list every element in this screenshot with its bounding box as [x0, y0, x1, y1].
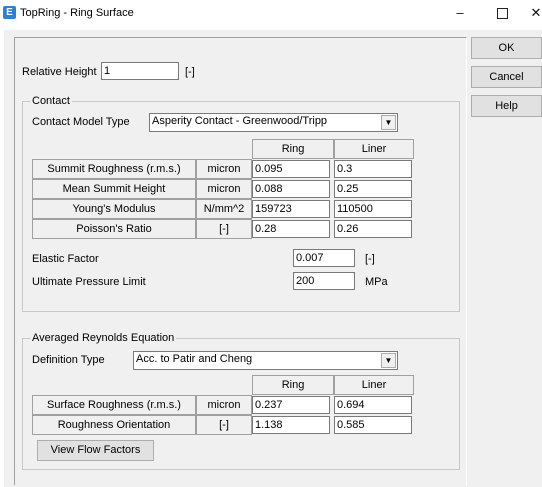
relative-height-input[interactable]: 1 — [101, 62, 179, 80]
maximize-icon — [496, 8, 508, 20]
reynolds-col-ring: Ring — [252, 375, 334, 395]
summit-roughness-liner-input[interactable]: 0.3 — [334, 160, 412, 178]
contact-group-title: Contact — [30, 95, 72, 107]
title-bar: E TopRing - Ring Surface – ✕ — [0, 0, 542, 28]
main-panel: Relative Height 1 [-] Contact Contact Mo… — [14, 37, 467, 485]
surface-roughness-ring-input[interactable]: 0.237 — [252, 396, 330, 414]
definition-type-select[interactable]: Acc. to Patir and Cheng ▼ — [133, 351, 398, 370]
mean-summit-height-unit: micron — [196, 179, 252, 199]
youngs-modulus-ring-input[interactable]: 159723 — [252, 200, 330, 218]
contact-model-type-select[interactable]: Asperity Contact - Greenwood/Tripp ▼ — [149, 113, 398, 132]
window-title: TopRing - Ring Surface — [20, 7, 134, 19]
contact-group: Contact Contact Model Type Asperity Cont… — [22, 95, 460, 312]
mean-summit-height-ring-input[interactable]: 0.088 — [252, 180, 330, 198]
mean-summit-height-liner-input[interactable]: 0.25 — [334, 180, 412, 198]
ultimate-pressure-label: Ultimate Pressure Limit — [32, 276, 146, 288]
roughness-orientation-unit: [-] — [196, 415, 252, 435]
reynolds-group-title: Averaged Reynolds Equation — [30, 332, 177, 344]
youngs-modulus-unit: N/mm^2 — [196, 199, 252, 219]
elastic-factor-unit: [-] — [365, 253, 375, 265]
poissons-ratio-unit: [-] — [196, 219, 252, 239]
relative-height-label: Relative Height — [22, 66, 97, 78]
roughness-orientation-label: Roughness Orientation — [32, 415, 196, 435]
roughness-orientation-liner-input[interactable]: 0.585 — [334, 416, 412, 434]
summit-roughness-label: Summit Roughness (r.m.s.) — [32, 159, 196, 179]
chevron-down-icon: ▼ — [381, 115, 396, 130]
contact-model-type-label: Contact Model Type — [32, 116, 130, 128]
contact-model-type-value: Asperity Contact - Greenwood/Tripp — [152, 115, 328, 127]
chevron-down-icon: ▼ — [381, 353, 396, 368]
youngs-modulus-label: Young's Modulus — [32, 199, 196, 219]
poissons-ratio-liner-input[interactable]: 0.26 — [334, 220, 412, 238]
minimize-button[interactable]: – — [446, 3, 474, 23]
definition-type-value: Acc. to Patir and Cheng — [136, 353, 253, 365]
ultimate-pressure-input[interactable]: 200 — [293, 272, 355, 290]
app-icon: E — [3, 6, 16, 19]
surface-roughness-liner-input[interactable]: 0.694 — [334, 396, 412, 414]
youngs-modulus-liner-input[interactable]: 110500 — [334, 200, 412, 218]
reynolds-col-liner: Liner — [334, 375, 414, 395]
relative-height-unit: [-] — [185, 66, 195, 78]
maximize-button[interactable] — [488, 3, 516, 23]
summit-roughness-ring-input[interactable]: 0.095 — [252, 160, 330, 178]
elastic-factor-label: Elastic Factor — [32, 253, 99, 265]
poissons-ratio-label: Poisson's Ratio — [32, 219, 196, 239]
reynolds-group: Averaged Reynolds Equation Definition Ty… — [22, 332, 460, 470]
poissons-ratio-ring-input[interactable]: 0.28 — [252, 220, 330, 238]
dialog-body: Relative Height 1 [-] Contact Contact Mo… — [4, 30, 542, 487]
definition-type-label: Definition Type — [32, 354, 105, 366]
contact-col-liner: Liner — [334, 139, 414, 159]
close-button[interactable]: ✕ — [522, 3, 542, 23]
view-flow-factors-button[interactable]: View Flow Factors — [37, 440, 154, 461]
ok-button[interactable]: OK — [471, 37, 542, 59]
elastic-factor-input[interactable]: 0.007 — [293, 249, 355, 267]
cancel-button[interactable]: Cancel — [471, 66, 542, 88]
ultimate-pressure-unit: MPa — [365, 276, 388, 288]
surface-roughness-label: Surface Roughness (r.m.s.) — [32, 395, 196, 415]
mean-summit-height-label: Mean Summit Height — [32, 179, 196, 199]
surface-roughness-unit: micron — [196, 395, 252, 415]
summit-roughness-unit: micron — [196, 159, 252, 179]
contact-col-ring: Ring — [252, 139, 334, 159]
help-button[interactable]: Help — [471, 95, 542, 117]
roughness-orientation-ring-input[interactable]: 1.138 — [252, 416, 330, 434]
